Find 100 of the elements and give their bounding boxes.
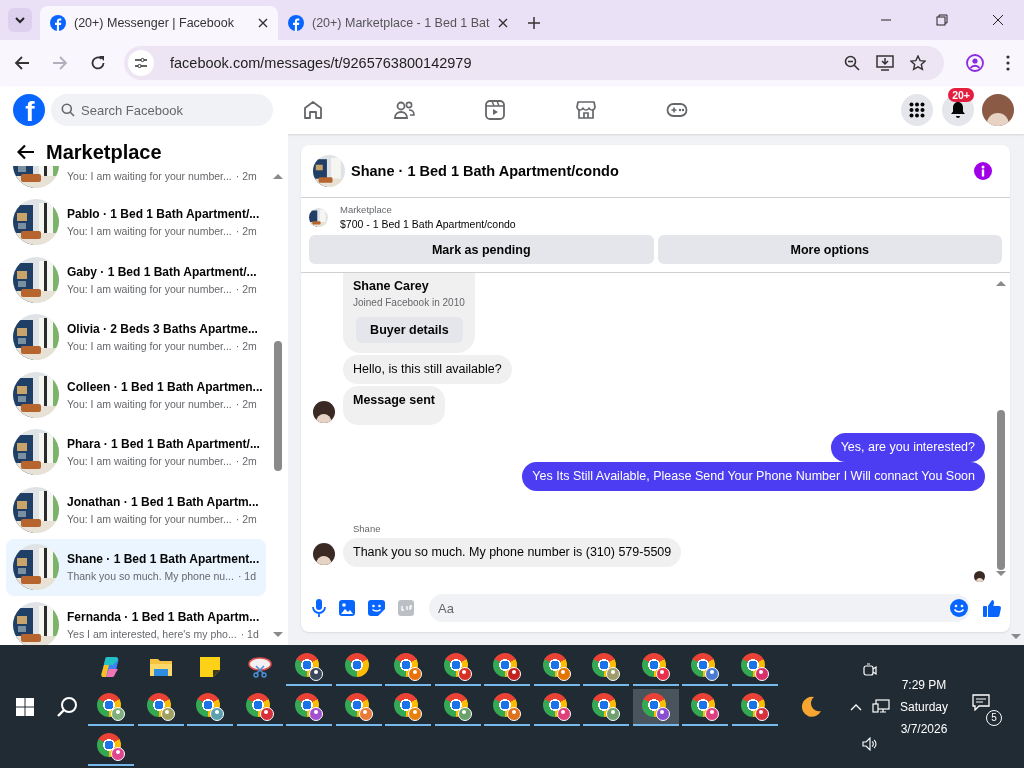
scrollbar-thumb[interactable] <box>274 341 282 471</box>
menu-button[interactable] <box>901 94 933 126</box>
conversation-name: Gaby · 1 Bed 1 Bath Apartment/... <box>67 264 257 279</box>
bell-icon <box>949 101 967 119</box>
message-preview: You: I am waiting for your number... <box>67 455 232 468</box>
conversation-name: Jonathan · 1 Bed 1 Bath Apartm... <box>67 494 259 509</box>
info-icon[interactable] <box>974 162 992 180</box>
clock-time: 7:29 PM <box>901 677 947 692</box>
image-icon[interactable] <box>339 600 355 616</box>
thumbs-up-icon[interactable] <box>983 599 1001 617</box>
message-bubble: Thank you so much. My phone number is (310) 579-5509 <box>343 538 682 567</box>
conversation-name: Shane · 1 Bed 1 Bath Apartment... <box>67 552 260 567</box>
message-time: · 2m <box>235 455 257 468</box>
close-icon[interactable] <box>258 18 268 28</box>
scrollbar-thumb[interactable] <box>997 410 1005 570</box>
home-icon[interactable] <box>302 99 324 121</box>
search-field[interactable]: Search Facebook <box>51 94 273 126</box>
tab-list-button[interactable] <box>8 8 32 32</box>
bookmark-star-icon[interactable] <box>910 55 926 71</box>
address-bar[interactable]: facebook.com/messages/t/9265763800142979 <box>124 46 944 80</box>
message-field[interactable]: Aa <box>429 594 970 622</box>
facebook-icon <box>50 15 66 31</box>
scroll-down-icon[interactable] <box>1011 634 1021 639</box>
scroll-down-icon[interactable] <box>996 571 1006 576</box>
clock[interactable]: 7:29 PM Saturday 3/7/2026 <box>900 677 949 736</box>
new-tab-icon[interactable] <box>527 17 540 29</box>
back-icon[interactable] <box>14 55 30 71</box>
close-icon[interactable] <box>992 14 1004 26</box>
search-icon[interactable] <box>56 695 78 718</box>
site-info-icon[interactable] <box>128 50 154 76</box>
notification-center-icon[interactable] <box>972 693 991 711</box>
notification-badge: 20+ <box>948 88 974 102</box>
conversation-item[interactable]: Jonathan · 1 Bed 1 Bath Apartm... You: I am waiting for your number... · 2m <box>6 481 266 539</box>
friends-icon[interactable] <box>393 99 415 121</box>
message-preview: Yes I am interested, here's my pho... <box>67 627 237 640</box>
message-time: · 2m <box>235 225 257 238</box>
message-bubble: Hello, is this still available? <box>343 355 512 384</box>
install-icon[interactable] <box>876 55 894 71</box>
notification-count: 5 <box>986 709 1003 726</box>
message-bubble: Yes, are you interested? <box>830 433 985 462</box>
message-preview: You: I am waiting for your number... <box>67 169 232 182</box>
message-time: · 2m <box>235 282 257 295</box>
chevron-up-icon[interactable] <box>850 702 862 711</box>
chevron-down-icon <box>14 14 26 26</box>
menu-icon[interactable] <box>1006 55 1010 71</box>
zoom-out-icon[interactable] <box>844 55 860 71</box>
conversation-item[interactable]: Pablo · 1 Bed 1 Bath Apartment/... You: I am waiting for your number... · 2m <box>6 193 266 251</box>
network-icon[interactable] <box>872 698 890 715</box>
action-button[interactable]: More options <box>657 235 1002 264</box>
action-button[interactable]: Mark as pending <box>309 235 654 264</box>
sender-name: Shane <box>352 523 382 534</box>
avatar[interactable] <box>313 401 335 423</box>
browser-tab[interactable]: (20+) Messenger | Facebook <box>40 6 278 40</box>
microphone-icon[interactable] <box>312 599 326 617</box>
restore-icon[interactable] <box>936 14 948 26</box>
conversation-item[interactable]: Phara · 1 Bed 1 Bath Apartment/... You: I am waiting for your number... · 2m <box>6 423 266 481</box>
meet-now-icon[interactable] <box>863 662 877 677</box>
message-bubble: Message sent <box>343 386 445 425</box>
scroll-down-icon[interactable] <box>273 632 283 637</box>
message-time: · 2m <box>235 340 257 353</box>
moon-icon[interactable] <box>800 695 822 718</box>
conversation-item[interactable]: Gaby · 1 Bed 1 Bath Apartment/... You: I am waiting for your number... · 2m <box>6 251 266 309</box>
conversation-item[interactable]: Fernanda · 1 Bed 1 Bath Apartm... Yes I am interested, here's my pho... · 1d <box>6 596 266 645</box>
sidebar-title: Marketplace <box>46 140 162 164</box>
account-avatar[interactable] <box>982 94 1014 126</box>
message-preview: Thank you so much. My phone nu... <box>67 570 234 583</box>
buyer-details-button[interactable]: Buyer details <box>356 317 463 343</box>
start-icon[interactable] <box>16 697 34 716</box>
scroll-up-icon[interactable] <box>273 174 283 179</box>
store-icon[interactable] <box>575 99 597 121</box>
seen-avatar <box>974 571 985 582</box>
facebook-logo[interactable]: f <box>13 94 45 126</box>
conversation-name: Phara · 1 Bed 1 Bath Apartment/... <box>67 437 260 452</box>
close-icon[interactable] <box>497 18 508 28</box>
conversation-item[interactable]: You: I am waiting for your number... · 2m <box>6 166 266 194</box>
taskbar-button[interactable] <box>632 689 679 726</box>
browser-tab[interactable]: (20+) Marketplace - 1 Bed 1 Bat <box>278 6 518 40</box>
facebook-icon <box>288 15 304 31</box>
conversation-item[interactable]: Shane · 1 Bed 1 Bath Apartment... Thank you so much. My phone nu... · 1d <box>6 538 266 596</box>
message-time: · 1d <box>240 627 259 640</box>
sticker-icon[interactable] <box>368 600 385 616</box>
message-preview: You: I am waiting for your number... <box>67 225 232 238</box>
clock-date: 3/7/2026 <box>900 721 948 736</box>
back-arrow-icon[interactable] <box>17 144 35 160</box>
scroll-up-icon[interactable] <box>996 281 1006 286</box>
reload-icon[interactable] <box>90 55 106 71</box>
message-time: · 1d <box>237 570 257 583</box>
message-bubble: Yes Its Still Available, Please Send Your Phone Number I Will connact You Soon <box>522 462 985 491</box>
profile-icon[interactable] <box>966 54 984 72</box>
scissors-icon <box>247 655 272 678</box>
conversation-item[interactable]: Olivia · 2 Beds 3 Baths Apartme... You: I am waiting for your number... · 2m <box>6 308 266 366</box>
emoji-icon[interactable] <box>950 599 968 617</box>
avatar[interactable] <box>313 543 335 565</box>
volume-icon[interactable] <box>862 736 878 751</box>
conversation-name: Fernanda · 1 Bed 1 Bath Apartm... <box>67 609 260 624</box>
message-time: · 2m <box>235 512 257 525</box>
video-icon[interactable] <box>484 99 506 121</box>
clock-day: Saturday <box>900 699 949 714</box>
conversation-item[interactable]: Colleen · 1 Bed 1 Bath Apartmen... You: I am waiting for your number... · 2m <box>6 366 266 424</box>
chat-title: Shane · 1 Bed 1 Bath Apartment/condo <box>351 163 619 179</box>
